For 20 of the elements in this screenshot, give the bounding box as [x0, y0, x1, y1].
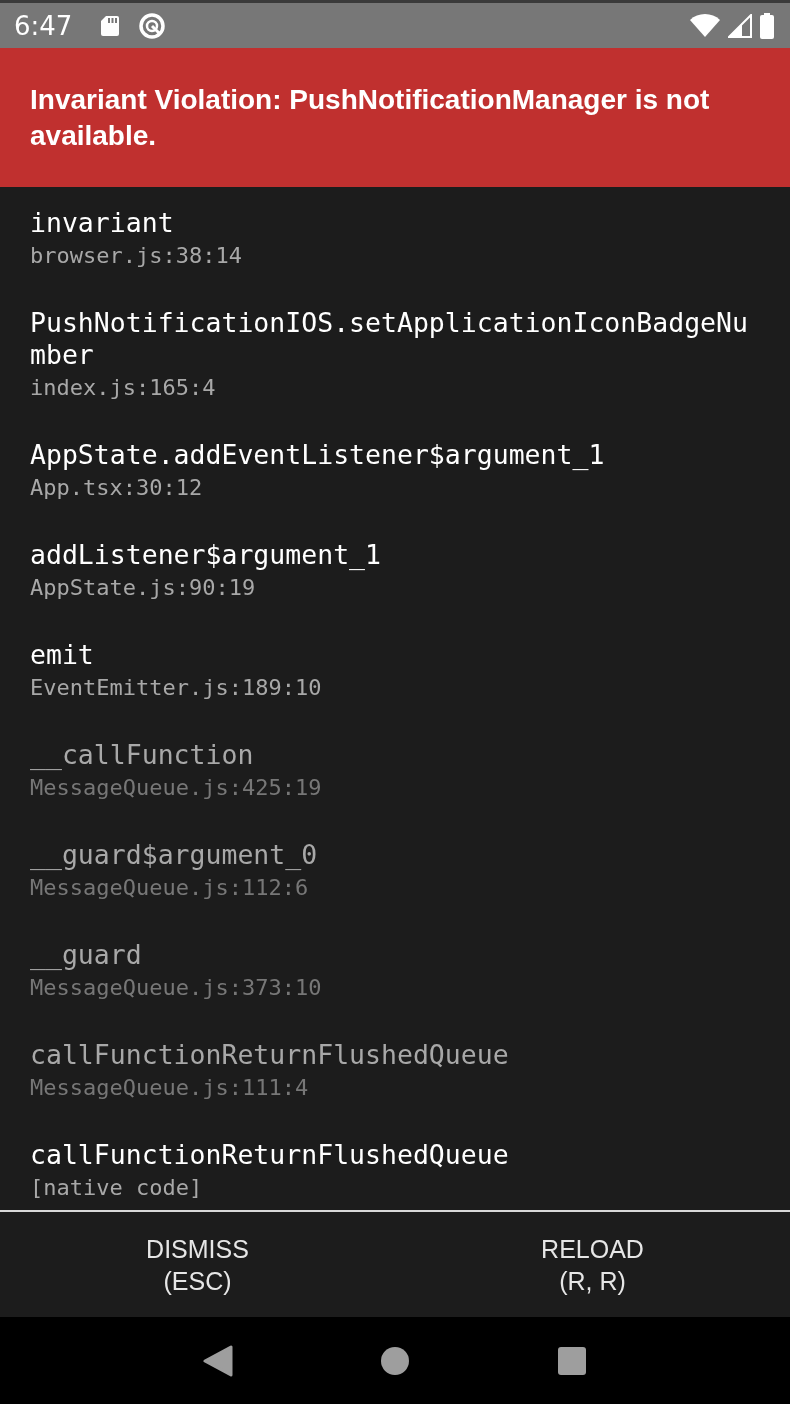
- error-message: Invariant Violation: PushNotificationManager is not available.: [30, 83, 711, 153]
- clock: 6:47: [14, 10, 73, 41]
- stack-frame[interactable]: addListener$argument_1 AppState.js:90:19: [0, 527, 790, 627]
- stack-frame[interactable]: __callFunction MessageQueue.js:425:19: [0, 727, 790, 827]
- recents-icon[interactable]: [556, 1345, 587, 1376]
- back-icon[interactable]: [203, 1344, 234, 1377]
- data-saver-icon: [138, 11, 167, 40]
- wifi-icon: [690, 13, 720, 38]
- stack-frame[interactable]: callFunctionReturnFlushedQueue MessageQueue.js:111:4: [0, 1027, 790, 1127]
- battery-icon: [760, 12, 774, 39]
- signal-icon: [728, 13, 752, 38]
- stack-frame[interactable]: invariant browser.js:38:14: [0, 195, 790, 295]
- sd-card-icon: [100, 13, 121, 38]
- stack-frame[interactable]: emit EventEmitter.js:189:10: [0, 627, 790, 727]
- stack-frame[interactable]: callFunctionReturnFlushedQueue [native code]: [0, 1127, 790, 1210]
- stack-frame[interactable]: AppState.addEventListener$argument_1 App.tsx:30:12: [0, 427, 790, 527]
- stack-frame[interactable]: __guard MessageQueue.js:373:10: [0, 927, 790, 1027]
- home-icon[interactable]: [380, 1345, 410, 1376]
- stack-frame[interactable]: PushNotificationIOS.setApplicationIconBadgeNumber index.js:165:4: [0, 295, 790, 427]
- stack-frame[interactable]: __guard$argument_0 MessageQueue.js:112:6: [0, 827, 790, 927]
